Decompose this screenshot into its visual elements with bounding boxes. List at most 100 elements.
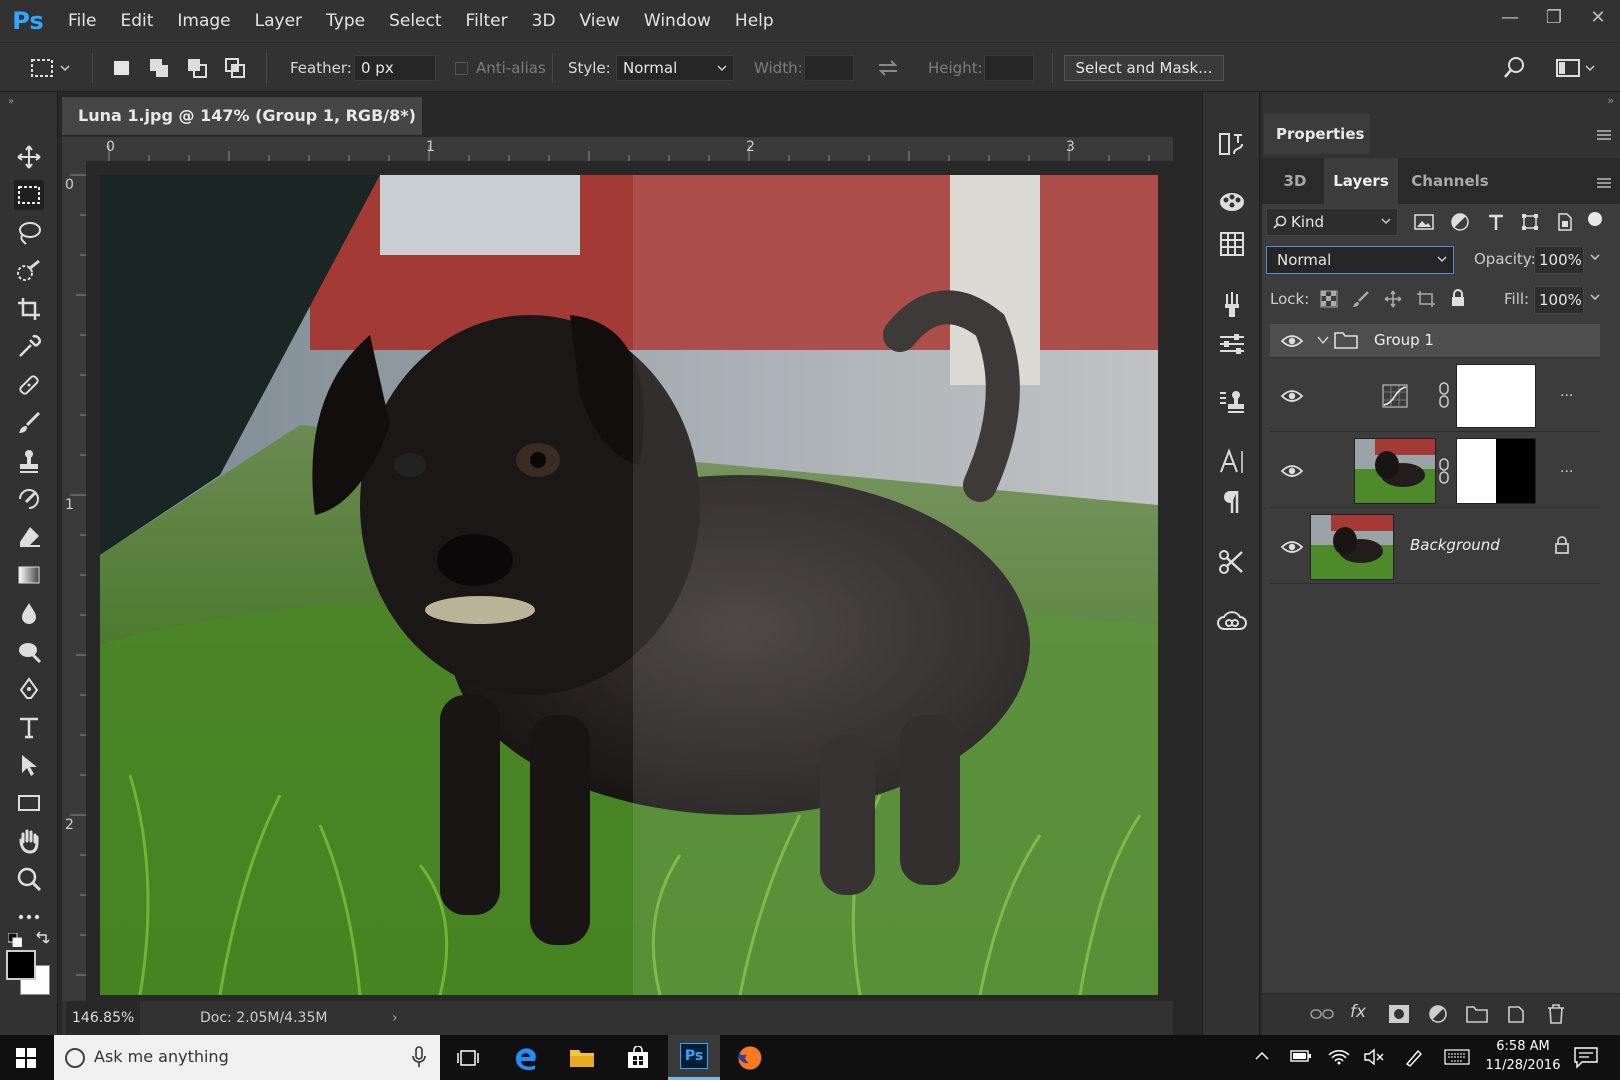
menu-edit[interactable]: Edit bbox=[108, 0, 165, 42]
visibility-eye-icon[interactable] bbox=[1280, 388, 1304, 404]
lock-all-button[interactable] bbox=[1450, 288, 1466, 308]
new-group-folder-icon[interactable] bbox=[1466, 1004, 1488, 1024]
menu-filter[interactable]: Filter bbox=[454, 0, 520, 42]
layers-menu-icon[interactable] bbox=[1596, 174, 1612, 193]
gradient-tool[interactable] bbox=[14, 560, 44, 590]
chevron-down-icon[interactable] bbox=[1588, 290, 1602, 304]
rectangle-tool[interactable] bbox=[14, 788, 44, 818]
clock-time[interactable]: 6:58 AM bbox=[1484, 1039, 1562, 1054]
filter-smart-object-button[interactable] bbox=[1554, 212, 1574, 232]
chevron-down-icon[interactable] bbox=[1588, 250, 1602, 264]
blend-mode-select[interactable]: Normal bbox=[1266, 246, 1454, 274]
start-button[interactable] bbox=[0, 1035, 52, 1080]
wifi-icon[interactable] bbox=[1328, 1047, 1350, 1065]
status-menu-arrow-icon[interactable]: › bbox=[392, 1001, 398, 1035]
clock-date[interactable]: 11/28/2016 bbox=[1484, 1058, 1562, 1073]
lock-transparent-button[interactable] bbox=[1320, 290, 1338, 308]
menu-view[interactable]: View bbox=[568, 0, 632, 42]
document-image[interactable] bbox=[100, 175, 1158, 995]
style-select[interactable]: Normal bbox=[616, 55, 734, 81]
tab-layers[interactable]: Layers bbox=[1324, 158, 1398, 204]
tab-channels[interactable]: Channels bbox=[1402, 158, 1498, 204]
tool-presets-button[interactable] bbox=[1216, 546, 1248, 578]
lock-position-button[interactable] bbox=[1384, 290, 1402, 308]
layer-thumbnail[interactable] bbox=[1354, 438, 1436, 504]
color-panel-button[interactable] bbox=[1216, 186, 1248, 218]
search-button[interactable] bbox=[1502, 43, 1526, 93]
minimize-button[interactable]: — bbox=[1488, 0, 1532, 34]
photoshop-taskbar-button[interactable]: Ps bbox=[668, 1035, 720, 1080]
history-brush-tool[interactable] bbox=[14, 484, 44, 514]
marquee-preset-button[interactable] bbox=[30, 43, 70, 93]
swap-dimensions-button[interactable] bbox=[876, 43, 900, 93]
properties-tab[interactable]: Properties bbox=[1264, 114, 1370, 154]
lock-pixels-button[interactable] bbox=[1352, 290, 1370, 308]
layer-row-background[interactable]: Background bbox=[1270, 510, 1600, 584]
visibility-eye-icon[interactable] bbox=[1280, 539, 1304, 555]
visibility-eye-icon[interactable] bbox=[1280, 333, 1304, 349]
menu-window[interactable]: Window bbox=[632, 0, 723, 42]
layer-thumbnail[interactable] bbox=[1310, 514, 1394, 580]
blur-tool[interactable] bbox=[14, 598, 44, 628]
trash-icon[interactable] bbox=[1546, 1003, 1566, 1025]
menu-file[interactable]: File bbox=[56, 0, 108, 42]
properties-menu-icon[interactable] bbox=[1596, 126, 1612, 145]
foreground-color-swatch[interactable] bbox=[6, 950, 36, 980]
select-and-mask-button[interactable]: Select and Mask... bbox=[1064, 55, 1224, 81]
more-options-icon[interactable]: ... bbox=[1560, 460, 1573, 476]
move-tool[interactable] bbox=[14, 142, 44, 172]
type-tool[interactable] bbox=[14, 712, 44, 742]
menu-select[interactable]: Select bbox=[377, 0, 453, 42]
pen-ink-icon[interactable] bbox=[1404, 1047, 1424, 1067]
firefox-button[interactable] bbox=[724, 1035, 776, 1080]
store-button[interactable] bbox=[612, 1035, 664, 1080]
filter-pixel-button[interactable] bbox=[1414, 212, 1434, 232]
filter-shape-button[interactable] bbox=[1520, 212, 1540, 232]
layer-mask-thumbnail[interactable] bbox=[1456, 364, 1536, 428]
layer-filter-select[interactable]: Kind bbox=[1266, 208, 1398, 236]
history-panel-button[interactable] bbox=[1216, 128, 1248, 160]
menu-help[interactable]: Help bbox=[723, 0, 786, 42]
zoom-level[interactable]: 146.85% bbox=[66, 1001, 141, 1035]
link-chain-icon[interactable] bbox=[1438, 382, 1450, 408]
filter-adjustment-button[interactable] bbox=[1450, 212, 1470, 232]
character-panel-button[interactable] bbox=[1216, 446, 1248, 478]
default-colors-icon[interactable] bbox=[7, 932, 23, 951]
menu-3d[interactable]: 3D bbox=[520, 0, 568, 42]
subtract-selection-button[interactable] bbox=[186, 43, 210, 93]
restore-button[interactable]: ❐ bbox=[1532, 0, 1576, 34]
width-input[interactable] bbox=[804, 55, 854, 81]
visibility-eye-icon[interactable] bbox=[1280, 463, 1304, 479]
lasso-tool[interactable] bbox=[14, 218, 44, 248]
menu-image[interactable]: Image bbox=[165, 0, 242, 42]
microphone-icon[interactable] bbox=[412, 1046, 426, 1068]
task-view-button[interactable] bbox=[442, 1035, 494, 1080]
layer-row-group[interactable]: Group 1 bbox=[1270, 324, 1600, 358]
path-selection-tool[interactable] bbox=[14, 750, 44, 780]
layer-row-adjustment[interactable]: ... bbox=[1270, 360, 1600, 432]
volume-muted-icon[interactable] bbox=[1364, 1048, 1386, 1066]
collapse-panels-icon[interactable]: » bbox=[1607, 94, 1614, 107]
clone-source-panel-button[interactable] bbox=[1216, 386, 1248, 418]
layer-name[interactable]: Background bbox=[1410, 536, 1500, 554]
rectangular-marquee-tool[interactable] bbox=[14, 180, 44, 210]
layer-mask-thumbnail[interactable] bbox=[1456, 438, 1536, 504]
lock-icon[interactable] bbox=[1554, 535, 1570, 555]
workspace-button[interactable] bbox=[1556, 43, 1596, 93]
layer-name[interactable]: Group 1 bbox=[1374, 331, 1434, 349]
libraries-panel-button[interactable] bbox=[1216, 606, 1248, 638]
new-adjustment-icon[interactable] bbox=[1428, 1004, 1448, 1024]
close-window-button[interactable]: ✕ bbox=[1576, 0, 1620, 34]
dodge-tool[interactable] bbox=[14, 636, 44, 666]
lock-artboard-button[interactable] bbox=[1416, 290, 1436, 308]
brushes-panel-button[interactable] bbox=[1216, 288, 1248, 320]
new-layer-icon[interactable] bbox=[1506, 1004, 1526, 1024]
tab-3d[interactable]: 3D bbox=[1270, 158, 1320, 204]
eraser-tool[interactable] bbox=[14, 522, 44, 552]
clone-stamp-tool[interactable] bbox=[14, 446, 44, 476]
battery-icon[interactable] bbox=[1290, 1049, 1312, 1063]
file-explorer-button[interactable] bbox=[556, 1035, 608, 1080]
canvas-area[interactable] bbox=[86, 161, 1173, 1001]
quick-selection-tool[interactable] bbox=[14, 256, 44, 286]
chevron-up-icon[interactable] bbox=[1254, 1048, 1270, 1064]
